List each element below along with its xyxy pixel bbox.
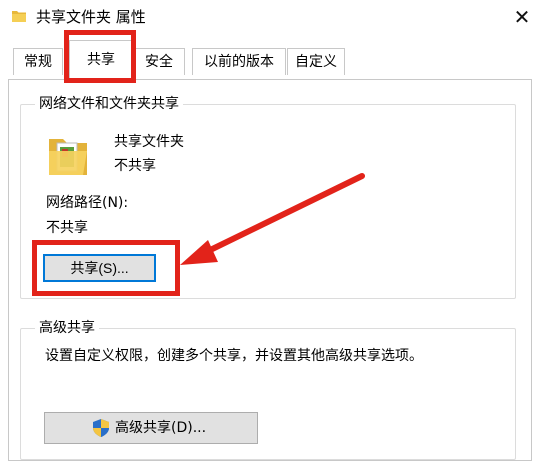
tab-customize[interactable]: 自定义: [287, 48, 345, 75]
advanced-sharing-description: 设置自定义权限，创建多个共享，并设置其他高级共享选项。: [45, 348, 423, 364]
close-icon[interactable]: ✕: [510, 5, 534, 29]
tab-general[interactable]: 常规: [13, 48, 63, 75]
network-sharing-group-title: 网络文件和文件夹共享: [35, 95, 183, 113]
tab-security[interactable]: 安全: [133, 48, 185, 75]
advanced-sharing-button-label: 高级共享(D)...: [115, 420, 207, 436]
advanced-sharing-button[interactable]: 高级共享(D)...: [44, 412, 258, 444]
tab-strip: 常规 共享 安全 以前的版本 自定义: [0, 34, 540, 80]
folder-share-status: 不共享: [114, 158, 156, 174]
tab-previous-versions[interactable]: 以前的版本: [192, 48, 286, 75]
network-path-value: 不共享: [46, 220, 88, 236]
uac-shield-icon: [93, 419, 109, 437]
network-path-label: 网络路径(N):: [46, 195, 129, 211]
folder-icon: [12, 11, 26, 22]
share-button[interactable]: 共享(S)...: [43, 254, 156, 282]
window-title: 共享文件夹 属性: [36, 8, 146, 26]
tab-sharing[interactable]: 共享: [69, 40, 133, 79]
folder-name: 共享文件夹: [114, 134, 184, 150]
shared-folder-icon: [49, 139, 87, 175]
advanced-sharing-group-title: 高级共享: [35, 319, 99, 337]
title-bar: 共享文件夹 属性 ✕: [0, 0, 540, 34]
